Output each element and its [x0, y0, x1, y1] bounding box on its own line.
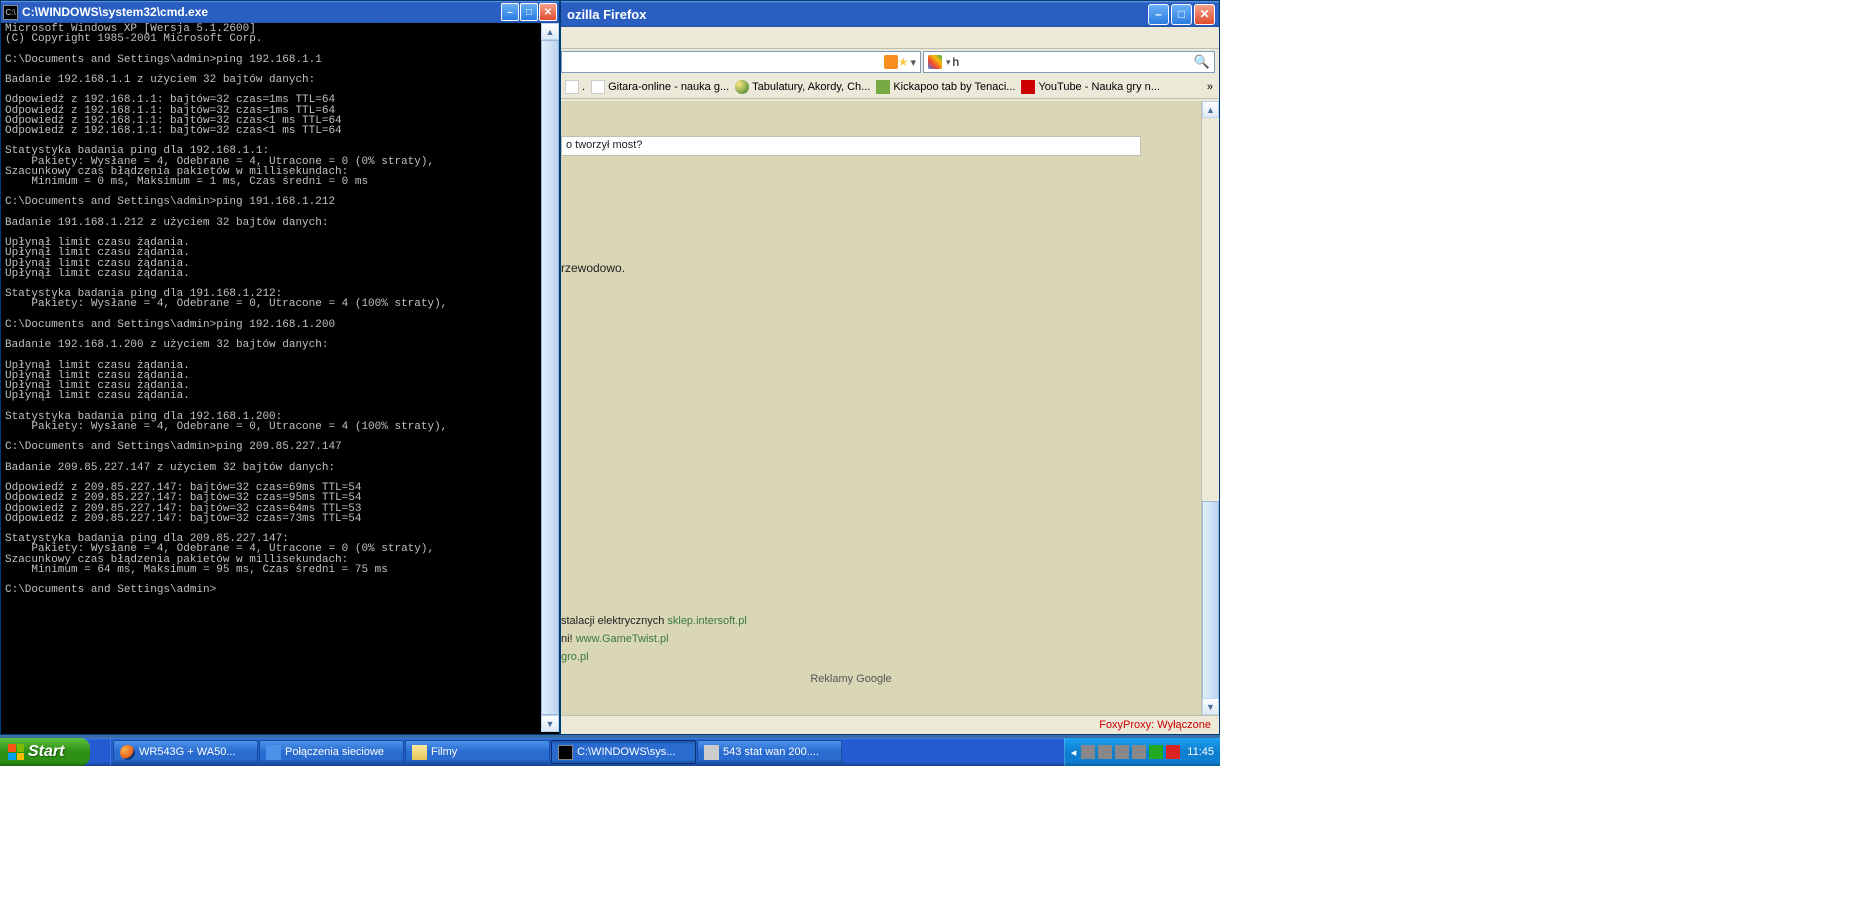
tray-icon[interactable]: [1081, 745, 1095, 759]
guitar-icon: [876, 80, 890, 94]
app-icon: [704, 745, 719, 760]
tray-icon[interactable]: [1115, 745, 1129, 759]
bookmark-item[interactable]: Gitara-online - nauka g...: [591, 80, 729, 94]
question-text: o tworzył most?: [566, 139, 642, 151]
minimize-button[interactable]: –: [1148, 4, 1169, 25]
bookmark-label: .: [582, 81, 585, 93]
scroll-thumb[interactable]: [541, 40, 559, 715]
cmd-icon: [558, 745, 573, 760]
search-input[interactable]: [951, 54, 1194, 70]
start-button[interactable]: Start: [0, 738, 90, 766]
ad-line[interactable]: stalacji elektrycznych sklep.intersoft.p…: [561, 615, 1141, 627]
close-button[interactable]: ✕: [539, 3, 557, 21]
taskbar-task[interactable]: Filmy: [405, 740, 550, 764]
scroll-up-icon[interactable]: ▲: [1202, 101, 1219, 118]
tray-icon[interactable]: [1166, 745, 1180, 759]
ad-text: stalacji elektrycznych: [561, 615, 667, 627]
start-label: Start: [28, 743, 64, 761]
close-button[interactable]: ✕: [1194, 4, 1215, 25]
task-label: Połączenia sieciowe: [285, 746, 384, 758]
star-icon[interactable]: ★: [898, 55, 909, 69]
ad-link[interactable]: www.GameTwist.pl: [576, 633, 669, 645]
scroll-up-icon[interactable]: ▲: [541, 23, 559, 40]
firefox-title: ozilla Firefox: [565, 7, 1146, 22]
ad-line[interactable]: gro.pl: [561, 651, 1141, 663]
maximize-button[interactable]: □: [1171, 4, 1192, 25]
cmd-window: C:\ C:\WINDOWS\system32\cmd.exe – □ ✕ Mi…: [0, 0, 560, 735]
bookmark-item[interactable]: Tabulatury, Akordy, Ch...: [735, 80, 870, 94]
search-bar[interactable]: ▾ 🔍: [923, 51, 1215, 73]
page-icon: [565, 80, 579, 94]
page-icon: [591, 80, 605, 94]
bookmarks-overflow-button[interactable]: »: [1201, 81, 1219, 93]
taskbar-tasks: WR543G + WA50... Połączenia sieciowe Fil…: [111, 738, 842, 766]
url-bar[interactable]: ★ ▾: [561, 51, 921, 73]
firefox-window: ozilla Firefox – □ ✕ ★ ▾ ▾ 🔍 . Gitara-on…: [560, 0, 1220, 735]
ad-link[interactable]: gro.pl: [561, 651, 589, 663]
tray-expand-icon[interactable]: ◂: [1071, 746, 1077, 759]
search-go-icon[interactable]: 🔍: [1194, 54, 1210, 70]
windows-logo-icon: [8, 744, 24, 760]
bookmark-item[interactable]: YouTube - Nauka gry n...: [1021, 80, 1159, 94]
rss-icon[interactable]: [884, 55, 898, 69]
bookmark-item[interactable]: .: [565, 80, 585, 94]
google-icon: [928, 55, 942, 69]
cmd-titlebar[interactable]: C:\ C:\WINDOWS\system32\cmd.exe – □ ✕: [1, 1, 559, 23]
task-label: WR543G + WA50...: [139, 746, 236, 758]
youtube-icon: [1021, 80, 1035, 94]
ad-text: ni!: [561, 633, 576, 645]
task-label: Filmy: [431, 746, 457, 758]
taskbar-task[interactable]: C:\WINDOWS\sys...: [551, 740, 696, 764]
bookmark-label: Kickapoo tab by Tenaci...: [893, 81, 1015, 93]
clock[interactable]: 11:45: [1187, 746, 1214, 758]
ad-line[interactable]: ni! www.GameTwist.pl: [561, 633, 1141, 645]
taskbar-task[interactable]: Połączenia sieciowe: [259, 740, 404, 764]
ad-link[interactable]: sklep.intersoft.pl: [667, 615, 746, 627]
maximize-button[interactable]: □: [520, 3, 538, 21]
scroll-down-icon[interactable]: ▼: [541, 715, 559, 732]
tray-icon[interactable]: [1149, 745, 1163, 759]
cmd-title: C:\WINDOWS\system32\cmd.exe: [22, 5, 500, 19]
bookmarks-bar: . Gitara-online - nauka g... Tabulatury,…: [561, 75, 1219, 99]
bookmark-label: Tabulatury, Akordy, Ch...: [752, 81, 870, 93]
quicklaunch: [90, 738, 111, 766]
ads-block: stalacji elektrycznych sklep.intersoft.p…: [561, 615, 1141, 685]
taskbar-task[interactable]: 543 stat wan 200....: [697, 740, 842, 764]
bookmark-label: YouTube - Nauka gry n...: [1038, 81, 1159, 93]
tray-icon[interactable]: [1132, 745, 1146, 759]
question-box: o tworzył most?: [561, 136, 1141, 156]
dropdown-icon[interactable]: ▾: [908, 56, 918, 69]
body-text: rzewodowo.: [561, 261, 625, 275]
firefox-icon: [120, 745, 135, 760]
taskbar: Start WR543G + WA50... Połączenia siecio…: [0, 738, 1220, 766]
foxyproxy-status[interactable]: FoxyProxy: Wyłączone: [1099, 719, 1211, 731]
folder-icon: [412, 745, 427, 760]
ball-icon: [735, 80, 749, 94]
firefox-toolbar: ★ ▾ ▾ 🔍: [561, 49, 1219, 75]
task-label: C:\WINDOWS\sys...: [577, 746, 675, 758]
desktop: ozilla Firefox – □ ✕ ★ ▾ ▾ 🔍 . Gitara-on…: [0, 0, 1220, 738]
firefox-statusbar: FoxyProxy: Wyłączone: [561, 715, 1219, 734]
system-tray: ◂ 11:45: [1064, 738, 1220, 766]
firefox-titlebar[interactable]: ozilla Firefox – □ ✕: [561, 1, 1219, 27]
minimize-button[interactable]: –: [501, 3, 519, 21]
page-content: o tworzył most? rzewodowo. stalacji elek…: [561, 101, 1201, 715]
network-icon: [266, 745, 281, 760]
firefox-scrollbar[interactable]: ▲ ▼: [1201, 101, 1219, 715]
scroll-thumb[interactable]: [1202, 501, 1219, 701]
quicklaunch-item[interactable]: [96, 740, 104, 764]
cmd-output[interactable]: Microsoft Windows XP [Wersja 5.1.2600] (…: [3, 23, 541, 732]
task-label: 543 stat wan 200....: [723, 746, 819, 758]
cmd-scrollbar[interactable]: ▲ ▼: [541, 23, 559, 732]
cmd-icon: C:\: [3, 5, 18, 20]
bookmark-label: Gitara-online - nauka g...: [608, 81, 729, 93]
ads-by-google[interactable]: Reklamy Google: [561, 673, 1141, 685]
firefox-menubar[interactable]: [561, 27, 1219, 49]
tray-icon[interactable]: [1098, 745, 1112, 759]
taskbar-task[interactable]: WR543G + WA50...: [113, 740, 258, 764]
bookmark-item[interactable]: Kickapoo tab by Tenaci...: [876, 80, 1015, 94]
scroll-down-icon[interactable]: ▼: [1202, 698, 1219, 715]
